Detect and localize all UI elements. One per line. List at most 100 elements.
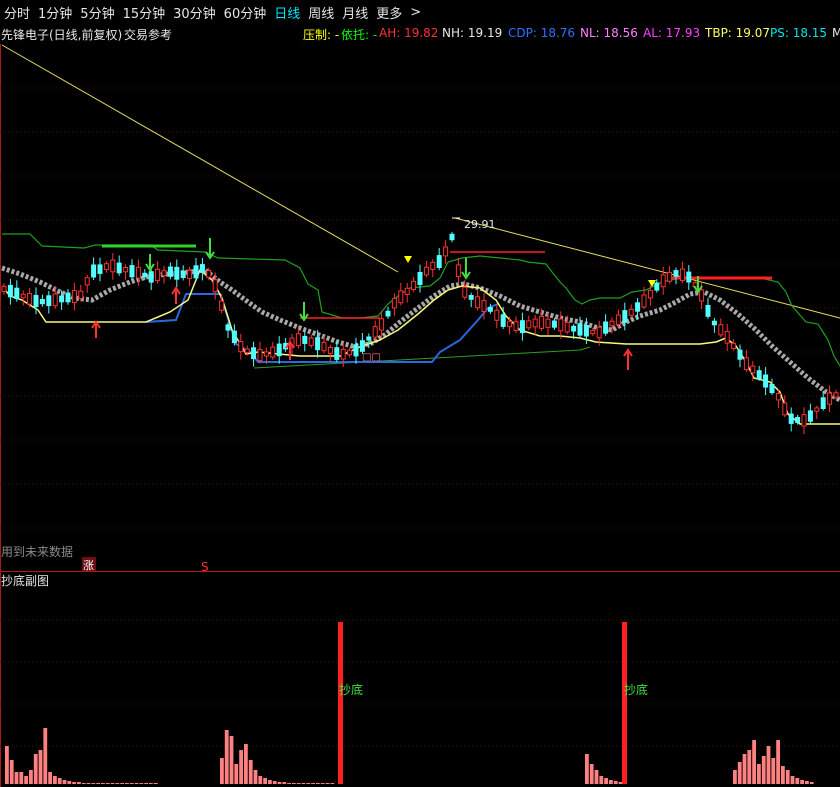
- up-arrow-icon: [91, 320, 101, 338]
- histogram-bar: [742, 754, 747, 784]
- histogram-bar: [101, 783, 105, 784]
- candle-body: [91, 264, 97, 278]
- histogram-bar: [120, 783, 124, 784]
- candle-body: [667, 271, 673, 282]
- period-tab-8[interactable]: 月线: [338, 3, 372, 22]
- candle-body: [513, 321, 519, 332]
- candle-body: [590, 330, 596, 335]
- sub-chart-bottom-picking[interactable]: 抄底副图 抄底 抄底: [0, 572, 840, 787]
- al-value: AL: 17.93: [643, 26, 701, 40]
- candle-body: [539, 315, 545, 329]
- candle-body: [455, 264, 461, 278]
- candle-body: [103, 263, 109, 271]
- histogram-bar: [77, 782, 81, 784]
- period-toolbar: 分时 1分钟 5分钟 15分钟 30分钟 60分钟 日线 周线 月线 更多 >: [0, 0, 840, 24]
- indicator-name[interactable]: 交易参考: [124, 26, 172, 43]
- candle-body: [622, 310, 628, 323]
- stock-title[interactable]: 先锋电子(日线,前复权): [1, 26, 122, 43]
- candle-body: [385, 310, 391, 317]
- candle-body: [187, 269, 193, 279]
- period-tab-9[interactable]: 更多: [372, 3, 406, 22]
- candle-body: [404, 287, 410, 295]
- histogram-bar: [57, 778, 62, 784]
- period-tab-6[interactable]: 日线: [270, 3, 304, 22]
- candle-body: [379, 318, 385, 331]
- candle-body: [148, 271, 154, 283]
- histogram-bar: [224, 730, 229, 784]
- future-data-note: 用到未来数据: [1, 544, 73, 559]
- candle-body: [219, 300, 225, 311]
- histogram-bar: [125, 783, 129, 784]
- histogram-bar: [24, 776, 28, 784]
- candle-body: [833, 392, 839, 398]
- candle-body: [635, 302, 641, 312]
- histogram-series: [5, 728, 814, 784]
- candle-body: [545, 318, 551, 328]
- candle-body: [391, 297, 397, 309]
- buy-arrow-icon: [145, 254, 155, 272]
- support-line-blue: [145, 293, 499, 363]
- candle-body: [481, 300, 487, 313]
- candle-body: [615, 314, 621, 326]
- period-tab-0[interactable]: 分时: [0, 3, 34, 22]
- period-tab-1[interactable]: 1分钟: [34, 3, 76, 22]
- histogram-bar: [292, 783, 296, 784]
- candle-body: [417, 272, 423, 285]
- histogram-bar: [311, 783, 315, 784]
- candle-body: [449, 233, 455, 241]
- histogram-bar: [263, 778, 267, 784]
- candle-body: [788, 413, 794, 424]
- candle-body: [129, 265, 135, 278]
- period-tab-5[interactable]: 60分钟: [220, 3, 271, 22]
- histogram-bar: [38, 750, 43, 784]
- candle-body: [769, 384, 775, 394]
- candle-body: [257, 349, 263, 361]
- histogram-bar: [301, 783, 306, 784]
- histogram-bar: [618, 782, 623, 784]
- candle-body: [795, 417, 801, 423]
- candle-body: [526, 320, 532, 329]
- histogram-bar: [733, 770, 737, 784]
- candle-body: [577, 323, 583, 336]
- candle-body: [372, 326, 378, 338]
- histogram-bar: [53, 776, 57, 784]
- candlestick-series: [1, 232, 839, 434]
- signal-markers: [91, 217, 703, 370]
- candle-body: [609, 320, 615, 327]
- buy-arrow-icon-2: [205, 238, 215, 260]
- histogram-bar: [800, 780, 804, 784]
- candle-body: [206, 270, 212, 278]
- histogram-bar: [761, 756, 766, 784]
- period-tab-7[interactable]: 周线: [304, 3, 338, 22]
- histogram-bar: [234, 764, 239, 784]
- candle-body: [231, 330, 237, 344]
- candle-body: [123, 267, 129, 273]
- period-tab-3[interactable]: 15分钟: [119, 3, 170, 22]
- histogram-bar: [604, 778, 608, 784]
- candle-body: [711, 320, 717, 326]
- main-kline-chart[interactable]: 29.91 □□ 用到未来数据 涨 S: [0, 44, 840, 572]
- more-arrow-icon[interactable]: >: [406, 5, 425, 20]
- candle-body: [366, 336, 372, 341]
- candle-body: [654, 282, 660, 291]
- candle-body: [20, 293, 26, 299]
- candle-body: [775, 393, 781, 401]
- period-tab-4[interactable]: 30分钟: [169, 3, 220, 22]
- candle-body: [59, 295, 65, 303]
- candle-body: [519, 320, 525, 334]
- candle-body: [302, 335, 308, 344]
- indicator-info-bar: 先锋电子(日线,前复权) 交易参考 压制: - 依托: - AH: 19.82 …: [0, 25, 840, 43]
- histogram-bar: [115, 783, 120, 784]
- histogram-bar: [776, 740, 780, 784]
- histogram-bar: [809, 782, 814, 784]
- candle-body: [71, 290, 77, 304]
- candle-body: [596, 326, 602, 339]
- histogram-bar: [110, 783, 115, 784]
- candle-body: [564, 321, 570, 333]
- histogram-bar: [149, 783, 153, 784]
- candle-body: [500, 314, 506, 327]
- candle-body: [462, 286, 468, 298]
- histogram-bar: [72, 782, 76, 784]
- sub-grid: [0, 619, 840, 747]
- period-tab-2[interactable]: 5分钟: [76, 3, 118, 22]
